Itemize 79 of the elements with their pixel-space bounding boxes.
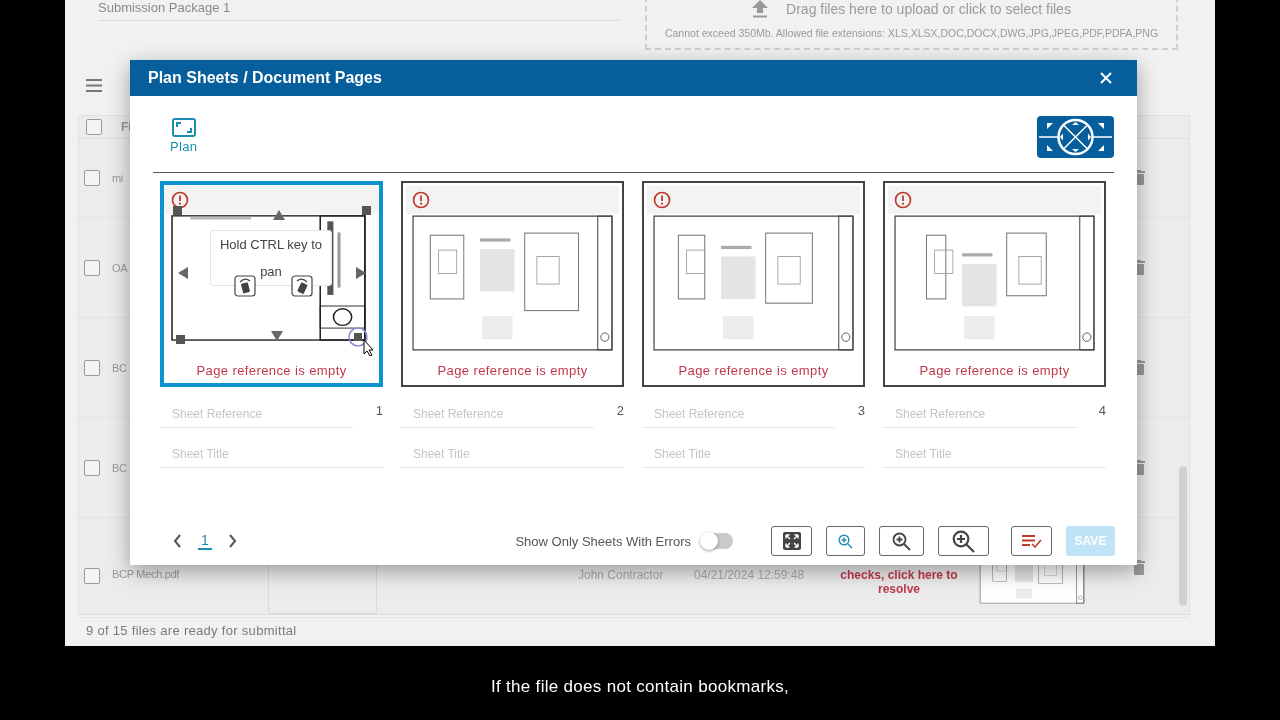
error-message: Page reference is empty xyxy=(195,363,348,378)
close-icon[interactable] xyxy=(1100,72,1112,84)
upload-icon xyxy=(752,0,769,18)
cursor-icon xyxy=(348,326,376,356)
upload-date: 04/21/2024 12:59:48 xyxy=(694,568,806,582)
zoom-in-icon xyxy=(838,533,853,549)
error-icon xyxy=(653,191,671,209)
row-checkbox[interactable] xyxy=(84,359,100,376)
page-number: 4 xyxy=(1098,402,1106,418)
sheet-reference-field[interactable]: Sheet Reference xyxy=(883,400,1076,428)
errors-filter-toggle[interactable] xyxy=(701,533,733,549)
chevron-left-icon xyxy=(173,534,182,548)
file-name: mi xyxy=(112,172,123,184)
upload-hint: Cannot exceed 350Mb. Allowed file extensions: XLS,XLSX,DOC,DOCX,DWG,JPG,JPEG,PDF,PDFA,PNG xyxy=(664,27,1159,39)
zoom-small-button[interactable] xyxy=(826,526,865,556)
expand-icon xyxy=(782,532,801,550)
select-all-checkbox[interactable] xyxy=(86,119,102,135)
list-check-icon xyxy=(1021,534,1042,548)
file-name: BC xyxy=(112,461,127,474)
sheet-reference-field[interactable]: Sheet Reference xyxy=(160,400,353,428)
row-checkbox[interactable] xyxy=(84,568,100,584)
save-button: SAVE xyxy=(1066,526,1115,556)
error-message: Page reference is empty xyxy=(677,363,830,378)
video-subtitle: If the file does not contain bookmarks, xyxy=(490,677,790,697)
page-number: 1 xyxy=(375,402,383,418)
resolve-link[interactable]: checks, click here to resolve xyxy=(834,568,964,596)
upload-instructions: Drag files here to upload or click to select files xyxy=(786,1,1071,17)
row-checkbox[interactable] xyxy=(84,170,100,186)
rotate-left-button[interactable] xyxy=(234,275,256,297)
page-number: 3 xyxy=(857,402,865,418)
file-name: BCP Mech.pdf xyxy=(112,568,180,580)
pan-arrow-icon[interactable] xyxy=(356,267,366,279)
pan-arrow-icon[interactable] xyxy=(273,210,285,220)
sheet-title-field[interactable]: Sheet Title xyxy=(401,440,624,468)
rotate-right-button[interactable] xyxy=(291,275,313,297)
dialog-title: Plan Sheets / Document Pages xyxy=(148,69,382,87)
sheet-reference-field[interactable]: Sheet Reference xyxy=(401,400,594,428)
fit-button[interactable] xyxy=(771,526,812,556)
file-name: OA xyxy=(112,261,128,274)
zoom-medium-button[interactable] xyxy=(879,526,924,556)
menu-icon[interactable] xyxy=(86,79,102,92)
scrollbar[interactable] xyxy=(1179,466,1187,606)
upload-dropzone[interactable]: Drag files here to upload or click to select files Cannot exceed 350Mb. Allowed file extensions: XLS,XLSX,DOC,DOCX,DWG,JPG,JPEG,PDF,PDFA,PNG xyxy=(645,0,1178,50)
uploader-name: John Contractor xyxy=(578,568,665,582)
error-icon xyxy=(171,191,189,209)
compass-icon xyxy=(1037,116,1114,158)
sheet-card[interactable]: Page reference is empty xyxy=(401,181,624,387)
zoom-in-icon xyxy=(952,529,975,553)
package-name-field[interactable]: Submission Package 1 xyxy=(98,0,620,21)
file-name: BC xyxy=(112,361,127,374)
error-icon xyxy=(412,191,430,209)
resize-handle[interactable] xyxy=(176,335,185,344)
sheet-card[interactable]: Page reference is empty xyxy=(883,181,1106,387)
frame-icon xyxy=(171,118,196,137)
sheet-card[interactable]: Page reference is empty xyxy=(642,181,865,387)
sheet-title-field[interactable]: Sheet Title xyxy=(642,440,865,468)
pan-hint-tooltip: Hold CTRL key to pan xyxy=(210,230,332,286)
error-icon xyxy=(894,191,912,209)
error-message: Page reference is empty xyxy=(436,363,589,378)
sheet-title-field[interactable]: Sheet Title xyxy=(160,440,383,468)
error-message: Page reference is empty xyxy=(918,363,1071,378)
status-text: 9 of 15 files are ready for submittal xyxy=(86,623,298,638)
sheet-title-field[interactable]: Sheet Title xyxy=(883,440,1106,468)
validate-button[interactable] xyxy=(1011,526,1052,556)
chevron-right-icon xyxy=(227,534,237,548)
errors-filter-label: Show Only Sheets With Errors xyxy=(515,533,691,549)
page-link[interactable]: 1 xyxy=(198,532,212,550)
resize-handle[interactable] xyxy=(362,206,371,215)
pan-navigation-button[interactable] xyxy=(1037,116,1114,158)
sheet-card[interactable]: Hold CTRL key to pan Page reference is empty xyxy=(160,181,383,387)
page-number: 2 xyxy=(616,402,624,418)
zoom-large-button[interactable] xyxy=(938,526,989,556)
zoom-in-icon xyxy=(892,531,911,551)
sheet-reference-field[interactable]: Sheet Reference xyxy=(642,400,835,428)
resize-handle[interactable] xyxy=(173,206,182,215)
plan-tab[interactable]: Plan xyxy=(170,118,198,154)
row-checkbox[interactable] xyxy=(84,259,100,276)
pan-arrow-icon[interactable] xyxy=(271,331,283,341)
row-checkbox[interactable] xyxy=(84,459,100,476)
